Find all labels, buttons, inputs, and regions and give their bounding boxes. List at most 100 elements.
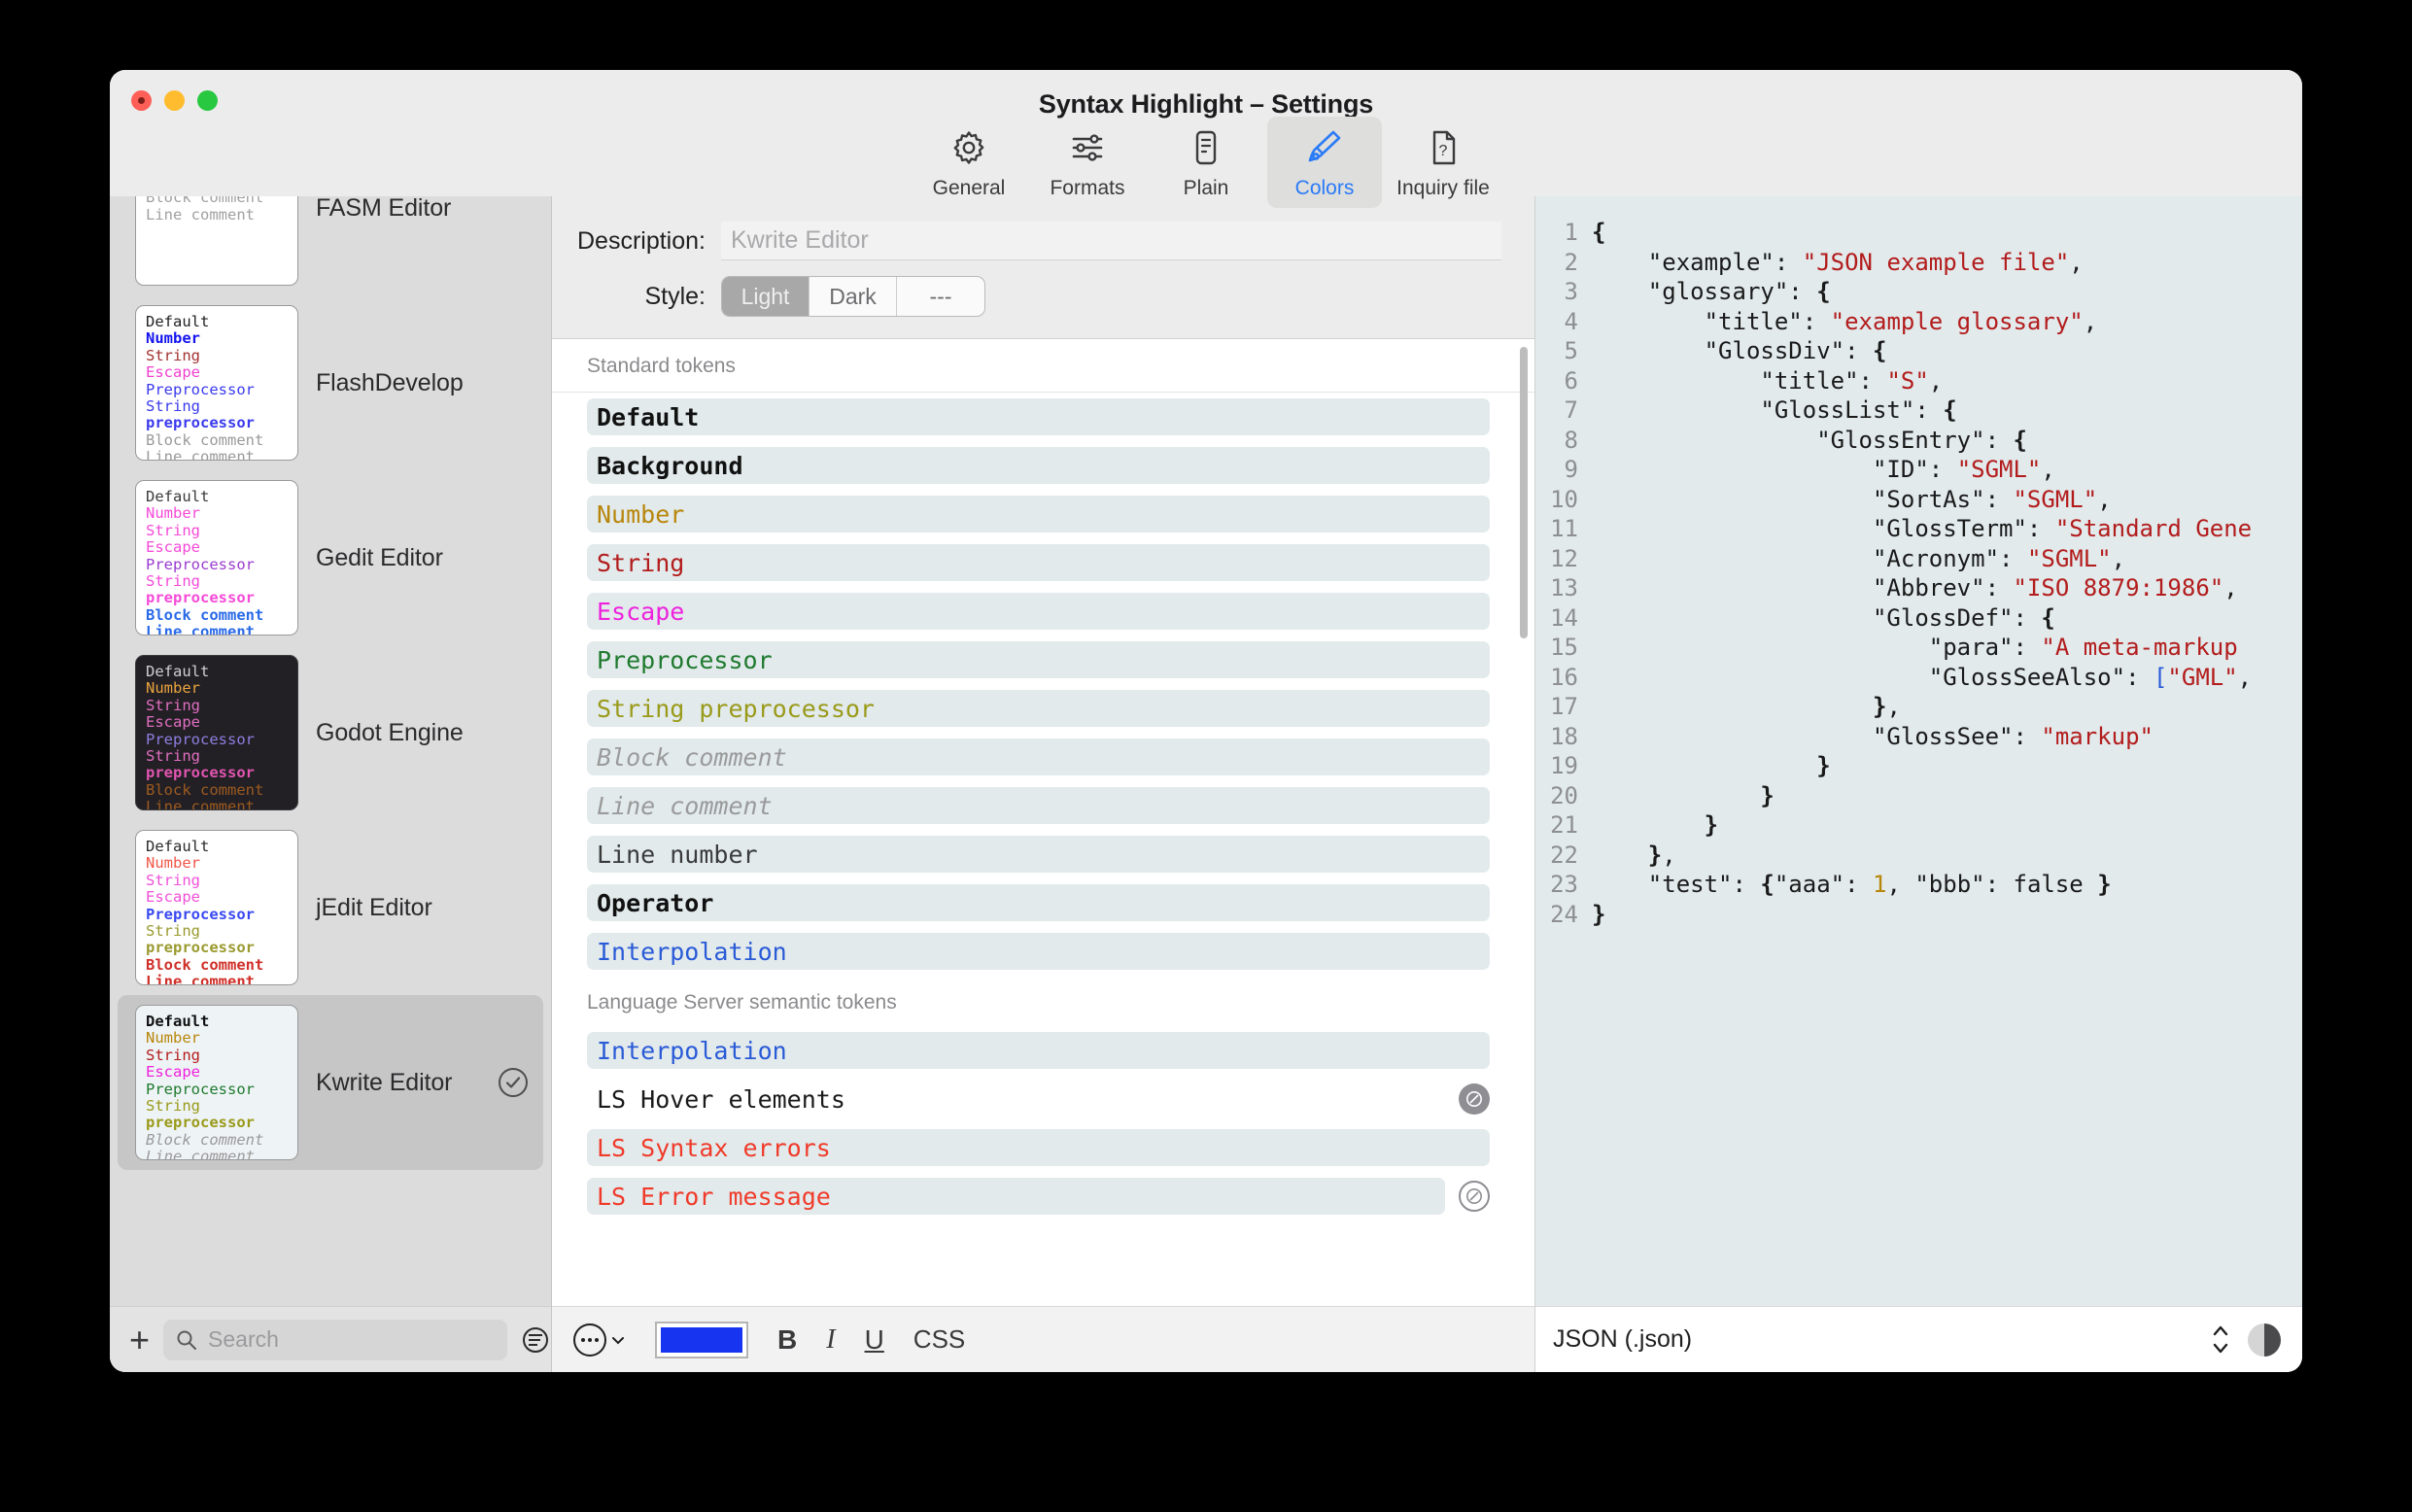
code-line: 11 "GlossTerm": "Standard Gene <box>1535 514 2302 544</box>
code-token: "GlossTerm": <box>1592 515 2055 542</box>
token-label: Preprocessor <box>587 641 1490 678</box>
code-token: "SGML" <box>2013 486 2097 513</box>
theme-preview-line: Preprocessor <box>146 1082 297 1098</box>
more-options-button[interactable] <box>573 1323 626 1357</box>
toolbar-tab-label: Plain <box>1184 177 1229 200</box>
token-list[interactable]: Standard tokensDefaultBackgroundNumberSt… <box>552 339 1534 1306</box>
theme-row[interactable]: DefaultNumberStringEscapePreprocessorStr… <box>118 295 543 470</box>
line-number: 23 <box>1535 870 1592 900</box>
token-row[interactable]: String preprocessor <box>552 684 1534 733</box>
token-label: LS Hover elements <box>587 1081 1445 1117</box>
theme-name: FlashDevelop <box>316 369 528 397</box>
filter-button[interactable] <box>521 1325 552 1355</box>
token-row[interactable]: String <box>552 538 1534 587</box>
code-token: } <box>1873 693 1886 720</box>
theme-preview-line: Escape <box>146 364 297 381</box>
theme-row[interactable]: DefaultNumberStringEscapePreprocessorStr… <box>118 645 543 820</box>
code-line-content: "GlossSeeAlso": ["GML", <box>1592 663 2302 693</box>
token-row[interactable]: LS Hover elements <box>552 1075 1534 1123</box>
code-line: 12 "Acronym": "SGML", <box>1535 544 2302 574</box>
code-token: , <box>1662 842 1675 869</box>
token-row[interactable]: Interpolation <box>552 1026 1534 1075</box>
language-value[interactable]: JSON (.json) <box>1553 1325 2193 1354</box>
token-section-header: Language Server semantic tokens <box>552 976 1534 1026</box>
theme-row[interactable]: DefaultNumberStringEscapePreprocessorStr… <box>118 820 543 995</box>
token-badge-icon[interactable] <box>1459 1181 1490 1212</box>
code-token: , <box>2097 486 2111 513</box>
token-row[interactable]: Line comment <box>552 781 1534 830</box>
style-label: Style: <box>569 283 706 311</box>
css-button[interactable]: CSS <box>913 1324 965 1355</box>
code-line: 19 } <box>1535 751 2302 781</box>
style-option-light[interactable]: Light <box>722 277 810 316</box>
code-token: { <box>2041 604 2054 632</box>
style-segmented-control[interactable]: LightDark--- <box>721 276 985 317</box>
line-number: 8 <box>1535 426 1592 456</box>
token-row[interactable]: Operator <box>552 878 1534 927</box>
code-token: "SGML" <box>2027 545 2112 572</box>
code-line: 9 "ID": "SGML", <box>1535 455 2302 485</box>
token-row[interactable]: Interpolation <box>552 927 1534 976</box>
theme-preview-line: String <box>146 398 297 415</box>
appearance-toggle[interactable] <box>2248 1323 2281 1357</box>
code-token: "GlossSeeAlso": <box>1592 664 2154 691</box>
token-badge-icon[interactable] <box>1459 1083 1490 1115</box>
theme-preview-line: Line comment <box>146 799 297 810</box>
chevron-down-icon <box>2211 1341 2230 1355</box>
token-label: Interpolation <box>587 933 1490 970</box>
code-token: , <box>2238 664 2252 691</box>
language-stepper[interactable] <box>2211 1324 2230 1355</box>
line-number: 7 <box>1535 395 1592 426</box>
code-preview-pane: 1{2 "example": "JSON example file",3 "gl… <box>1534 196 2302 1372</box>
token-row[interactable]: Number <box>552 490 1534 538</box>
token-list-scrollbar[interactable] <box>1520 347 1528 638</box>
code-line-content: "GlossTerm": "Standard Gene <box>1592 514 2302 544</box>
search-input[interactable] <box>208 1326 496 1353</box>
token-row[interactable]: Preprocessor <box>552 636 1534 684</box>
token-row[interactable]: Escape <box>552 587 1534 636</box>
token-row[interactable]: Line number <box>552 830 1534 878</box>
token-row[interactable]: Default <box>552 393 1534 441</box>
toolbar-tab-formats[interactable]: Formats <box>1030 117 1145 208</box>
color-swatch-button[interactable] <box>655 1322 748 1358</box>
underline-button[interactable]: U <box>865 1324 884 1356</box>
toolbar-tab-plain[interactable]: Plain <box>1149 117 1263 208</box>
theme-preview-line: Default <box>146 1014 297 1030</box>
style-option-dark[interactable]: Dark <box>810 277 897 316</box>
code-line-content: "GlossDiv": { <box>1592 336 2302 366</box>
theme-preview-line: String <box>146 573 297 590</box>
theme-list[interactable]: PreprocessorStringpreprocessorBlock comm… <box>110 196 551 1306</box>
style-option-none[interactable]: --- <box>897 277 984 316</box>
svg-text:?: ? <box>1439 143 1448 159</box>
code-line-content: } <box>1592 900 2302 930</box>
token-row[interactable]: LS Error message <box>552 1172 1534 1220</box>
code-token <box>1592 752 1816 779</box>
token-row[interactable]: Background <box>552 441 1534 490</box>
window-body: PreprocessorStringpreprocessorBlock comm… <box>110 196 2302 1372</box>
code-line-content: "glossary": { <box>1592 277 2302 307</box>
token-label: Default <box>587 398 1490 435</box>
token-row[interactable]: Block comment <box>552 733 1534 781</box>
description-input[interactable] <box>721 222 1501 260</box>
theme-row[interactable]: DefaultNumberStringEscapePreprocessorStr… <box>118 470 543 645</box>
theme-row[interactable]: PreprocessorStringpreprocessorBlock comm… <box>118 196 543 295</box>
toolbar-tab-general[interactable]: General <box>912 117 1026 208</box>
theme-row[interactable]: DefaultNumberStringEscapePreprocessorStr… <box>118 995 543 1170</box>
code-token: "GML" <box>2167 664 2237 691</box>
add-theme-button[interactable]: + <box>129 1327 150 1352</box>
theme-preview-line: Escape <box>146 889 297 906</box>
token-label: String preprocessor <box>587 690 1490 727</box>
theme-preview-line: String <box>146 348 297 364</box>
bold-button[interactable]: B <box>777 1324 797 1356</box>
token-list-wrapper: Standard tokensDefaultBackgroundNumberSt… <box>552 339 1534 1306</box>
code-pane-bottom-bar: JSON (.json) <box>1535 1306 2302 1372</box>
code-line: 7 "GlossList": { <box>1535 395 2302 426</box>
italic-button[interactable]: I <box>826 1324 835 1356</box>
toolbar: GeneralFormats Plain Colors?Inquiry file <box>110 117 2302 208</box>
line-number: 19 <box>1535 751 1592 781</box>
toolbar-tab-colors[interactable]: Colors <box>1267 117 1382 208</box>
toolbar-tab-inquiry-file[interactable]: ?Inquiry file <box>1386 117 1500 208</box>
token-row[interactable]: LS Syntax errors <box>552 1123 1534 1172</box>
code-line: 1{ <box>1535 218 2302 248</box>
search-box[interactable] <box>163 1320 507 1360</box>
